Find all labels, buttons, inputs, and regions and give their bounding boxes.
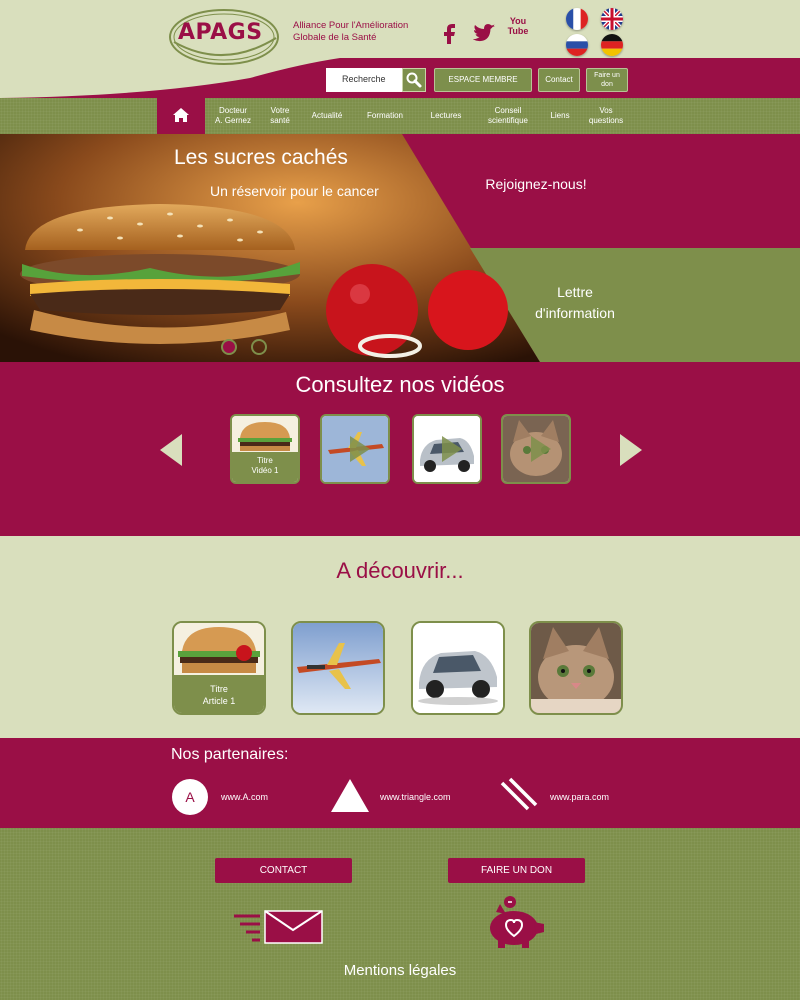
hero-banner [0,134,800,362]
donate-line2: don [601,81,613,88]
nav-item-docteur[interactable]: Docteur A. Gernez [206,98,260,134]
nav-item-votre-sante[interactable]: Votre santé [260,98,300,134]
join-us-link[interactable]: Rejoignez-nous! [440,176,632,192]
search-button[interactable] [402,68,426,92]
partners-section [0,738,800,828]
plane-thumb-image [322,416,388,482]
flag-russia-icon[interactable] [566,34,588,56]
flag-france-icon[interactable] [566,8,588,30]
article-caption-line1: Titre [210,684,228,694]
hero-image[interactable] [0,134,800,362]
carousel-dot-2[interactable] [251,339,267,355]
video-thumb-3[interactable] [412,414,482,484]
tagline-line2: Globale de la Santé [293,32,377,43]
footer-contact-button[interactable]: CONTACT [215,858,352,883]
partner-triangle-logo-icon[interactable] [330,777,370,813]
video-caption-line1: Titre [257,456,273,465]
article-thumb-3[interactable] [411,621,505,715]
partner-para-logo-icon[interactable] [498,777,538,813]
article-plane-image [293,623,383,713]
newsletter-line1: Lettre [557,284,593,300]
facebook-icon[interactable] [438,20,462,44]
home-icon [173,108,189,122]
nav-item-questions[interactable]: Vos questions [582,98,630,134]
article-thumb-4[interactable] [529,621,623,715]
nav-home[interactable] [157,98,205,134]
partner-a-logo-icon[interactable]: A [172,779,208,815]
cat-thumb-image [503,416,569,482]
donate-button[interactable]: Faire un don [586,68,628,92]
search-input[interactable]: Recherche [326,68,402,92]
member-area-button[interactable]: ESPACE MEMBRE [434,68,532,92]
envelope-icon[interactable] [232,908,324,946]
nav-item-conseil[interactable]: Conseil scientifique [480,98,536,134]
video-thumb-2[interactable] [320,414,390,484]
partner-link-a[interactable]: www.A.com [221,792,268,802]
video-thumb-1[interactable]: Titre Vidéo 1 [230,414,300,484]
twitter-icon[interactable] [473,20,497,44]
videos-next-arrow-icon[interactable] [618,434,642,466]
tagline: Alliance Pour l'Amélioration Globale de … [293,20,433,44]
newsletter-line2: d'information [535,305,615,321]
logo-text[interactable]: APAGS [178,20,263,45]
article-thumb-2[interactable] [291,621,385,715]
article-cat-image [531,623,621,713]
donate-line1: Faire un [594,72,620,79]
article-caption-line2: Article 1 [202,696,236,706]
videos-prev-arrow-icon[interactable] [160,434,184,466]
tagline-line1: Alliance Pour l'Amélioration [293,20,409,31]
article-car-image [413,623,503,713]
video-caption-1: Titre Vidéo 1 [232,452,298,482]
contact-button[interactable]: Contact [538,68,580,92]
search-icon [406,72,422,88]
legal-mentions-link[interactable]: Mentions légales [0,962,800,979]
car-thumb-image [414,416,480,482]
article-thumb-1[interactable]: Titre Article 1 [172,621,266,715]
partner-link-triangle[interactable]: www.triangle.com [380,792,451,802]
nav-item-actualite[interactable]: Actualité [302,98,352,134]
hero-subtitle: Un réservoir pour le cancer [210,183,379,199]
footer-donate-button[interactable]: FAIRE UN DON [448,858,585,883]
article-burger-image [174,623,264,675]
partners-title: Nos partenaires: [171,746,289,763]
burger-thumb-image [232,416,298,452]
videos-title: Consultez nos vidéos [295,372,505,397]
hero-title[interactable]: Les sucres cachés [174,146,348,170]
video-thumb-4[interactable] [501,414,571,484]
nav-item-formation[interactable]: Formation [358,98,412,134]
flag-germany-icon[interactable] [601,34,623,56]
carousel-dot-1[interactable] [221,339,237,355]
youtube-icon[interactable]: You Tube [507,16,529,46]
youtube-label: You Tube [507,16,529,36]
discover-title: A découvrir... [336,558,464,583]
partner-link-para[interactable]: www.para.com [550,792,609,802]
article-caption-1: Titre Article 1 [174,675,264,713]
piggy-bank-icon[interactable] [486,894,548,950]
flag-uk-icon[interactable] [601,8,623,30]
newsletter-link[interactable]: Lettre d'information [510,282,640,324]
nav-item-liens[interactable]: Liens [544,98,576,134]
nav-item-lectures[interactable]: Lectures [422,98,470,134]
video-caption-line2: Vidéo 1 [251,466,279,475]
